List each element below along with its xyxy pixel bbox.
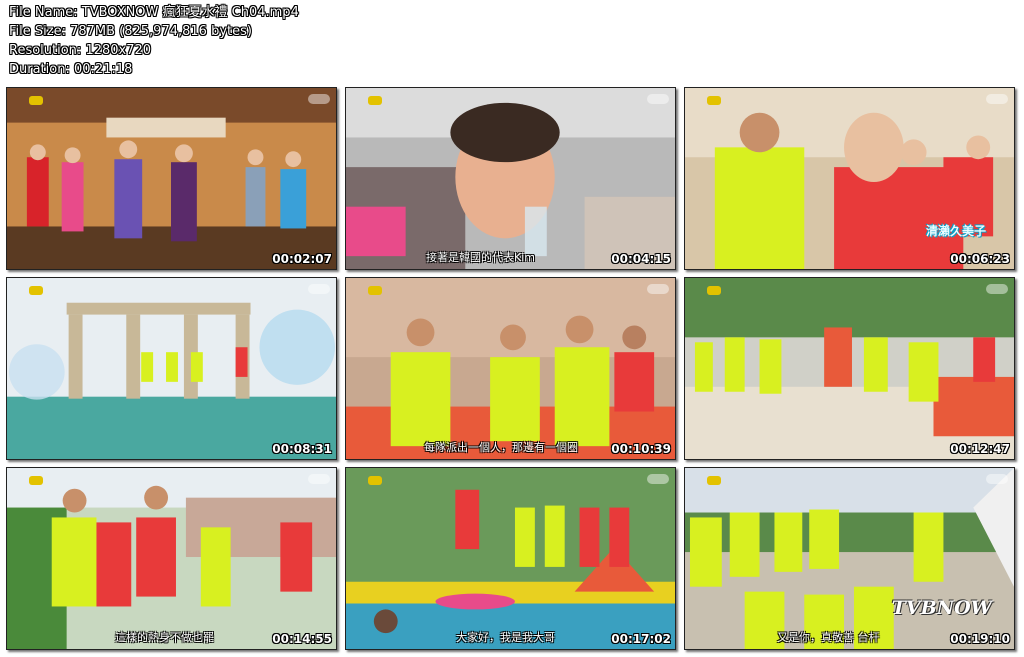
timestamp: 00:14:55 — [272, 632, 332, 646]
channel-logo-icon — [368, 476, 382, 485]
subtitle: 大家好，我是我大哥 — [456, 631, 555, 644]
timestamp: 00:08:31 — [272, 442, 332, 456]
thumbnail-grid: 00:02:07 接著是韓國的代表Kim 00:04:15 清瀨久美子 00:0… — [0, 0, 1024, 657]
thumbnail-8[interactable]: 大家好，我是我大哥 00:17:02 — [345, 467, 676, 650]
thumbnail-4-image — [7, 278, 336, 459]
timestamp: 00:06:23 — [950, 252, 1010, 266]
subtitle: 又是你，真敬善 台杆 — [777, 631, 880, 644]
timestamp: 00:04:15 — [611, 252, 671, 266]
thumbnail-4[interactable]: 00:08:31 — [6, 277, 337, 460]
tvb-logo-icon — [986, 474, 1008, 484]
thumbnail-2-image — [346, 88, 675, 269]
tvb-logo-icon — [308, 94, 330, 104]
thumbnail-3[interactable]: 清瀨久美子 00:06:23 — [684, 87, 1015, 270]
tvb-logo-icon — [647, 474, 669, 484]
subtitle: 接著是韓國的代表Kim — [426, 251, 535, 264]
thumbnail-7-image — [7, 468, 336, 649]
tvbnow-watermark: TVBNOW — [891, 597, 992, 619]
subtitle: 每隊派出一個人，那邊有一個圈 — [424, 441, 578, 454]
thumbnail-9-image — [685, 468, 1014, 649]
channel-logo-icon — [368, 286, 382, 295]
channel-logo-icon — [29, 476, 43, 485]
timestamp: 00:17:02 — [611, 632, 671, 646]
thumbnail-8-image — [346, 468, 675, 649]
channel-logo-icon — [29, 96, 43, 105]
tvb-logo-icon — [308, 474, 330, 484]
channel-logo-icon — [29, 286, 43, 295]
thumbnail-3-image — [685, 88, 1014, 269]
thumbnail-6[interactable]: 00:12:47 — [684, 277, 1015, 460]
timestamp: 00:10:39 — [611, 442, 671, 456]
tvb-logo-icon — [647, 284, 669, 294]
name-caption: 清瀨久美子 — [925, 224, 986, 238]
thumbnail-9[interactable]: TVBNOW 又是你，真敬善 台杆 00:19:10 — [684, 467, 1015, 650]
tvb-logo-icon — [986, 94, 1008, 104]
thumbnail-5[interactable]: 每隊派出一個人，那邊有一個圈 00:10:39 — [345, 277, 676, 460]
thumbnail-5-image — [346, 278, 675, 459]
tvb-logo-icon — [308, 284, 330, 294]
channel-logo-icon — [368, 96, 382, 105]
thumbnail-7[interactable]: 這樣的熱身不做也罷 00:14:55 — [6, 467, 337, 650]
timestamp: 00:02:07 — [272, 252, 332, 266]
channel-logo-icon — [707, 96, 721, 105]
tvb-logo-icon — [647, 94, 669, 104]
timestamp: 00:12:47 — [950, 442, 1010, 456]
thumbnail-6-image — [685, 278, 1014, 459]
thumbnail-2[interactable]: 接著是韓國的代表Kim 00:04:15 — [345, 87, 676, 270]
thumbnail-1[interactable]: 00:02:07 — [6, 87, 337, 270]
channel-logo-icon — [707, 476, 721, 485]
thumbnail-1-image — [7, 88, 336, 269]
channel-logo-icon — [707, 286, 721, 295]
subtitle: 這樣的熱身不做也罷 — [115, 631, 214, 644]
timestamp: 00:19:10 — [950, 632, 1010, 646]
tvb-logo-icon — [986, 284, 1008, 294]
